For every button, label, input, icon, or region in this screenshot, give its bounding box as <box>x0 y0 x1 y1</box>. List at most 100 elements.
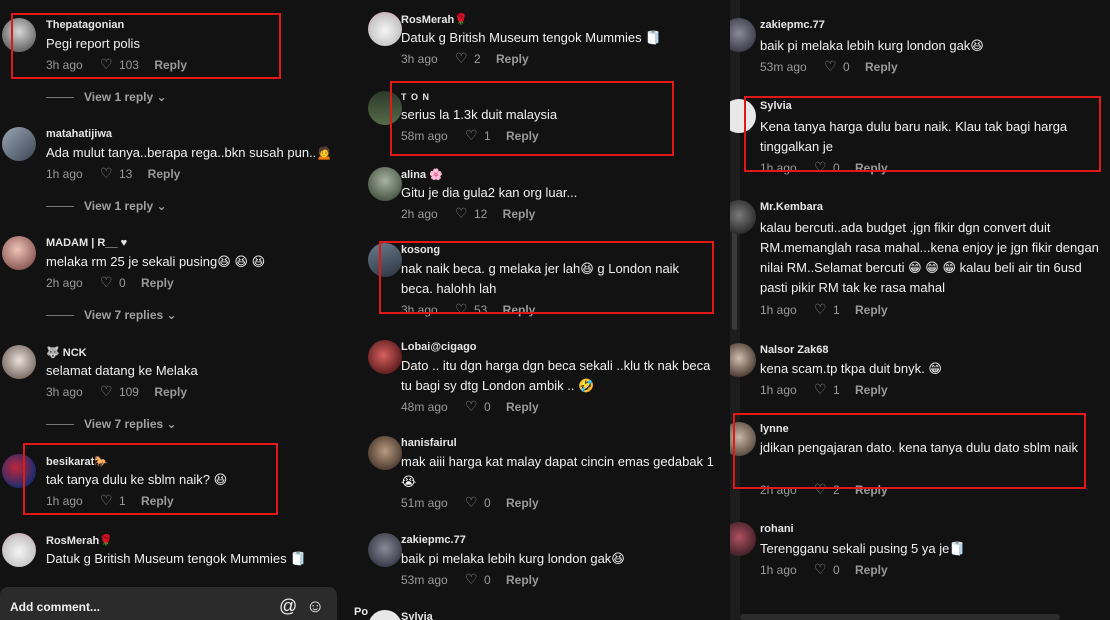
like-count: 12 <box>473 206 488 221</box>
comment-meta: 3h ago ♡ 109 Reply <box>46 383 187 400</box>
emoji-icon[interactable]: ☺ <box>306 596 324 617</box>
add-comment-bar[interactable]: Add comment... @ ☺ <box>0 587 337 620</box>
like-heart-icon[interactable]: ♡ <box>814 301 827 318</box>
reply-button[interactable]: Reply <box>855 383 888 397</box>
avatar[interactable] <box>368 533 402 567</box>
comment-username[interactable]: Sylvia <box>401 611 433 620</box>
comment-time: 1h ago <box>760 302 797 317</box>
like-count: 2 <box>473 51 481 66</box>
comment-username[interactable]: 🐺 NCK <box>46 346 87 359</box>
like-heart-icon[interactable]: ♡ <box>465 494 478 511</box>
like-heart-icon[interactable]: ♡ <box>100 165 113 182</box>
avatar[interactable] <box>730 18 756 52</box>
reply-button[interactable]: Reply <box>503 207 536 221</box>
comment-username[interactable]: alina 🌸 <box>401 168 443 181</box>
like-heart-icon[interactable]: ♡ <box>465 571 478 588</box>
like-count: 13 <box>118 166 133 181</box>
view-replies-button[interactable]: View 1 reply ⌄ <box>46 199 167 213</box>
reply-button[interactable]: Reply <box>865 60 898 74</box>
avatar[interactable] <box>2 533 36 567</box>
comment-item: rohani Terengganu sekali pusing 5 ya je🧻… <box>730 518 1110 578</box>
view-replies-button[interactable]: View 1 reply ⌄ <box>46 90 167 104</box>
comment-username[interactable]: RosMerah🌹 <box>46 534 113 547</box>
reply-button[interactable]: Reply <box>148 167 181 181</box>
comment-item: RosMerah🌹 Datuk g British Museum tengok … <box>0 529 340 589</box>
comment-username[interactable]: Lobai@cigago <box>401 341 477 353</box>
like-heart-icon[interactable]: ♡ <box>455 205 468 222</box>
comment-username[interactable]: Nalsor Zak68 <box>760 344 828 356</box>
like-heart-icon[interactable]: ♡ <box>465 398 478 415</box>
comment-username[interactable]: rohani <box>760 523 794 535</box>
reply-button[interactable]: Reply <box>141 276 174 290</box>
truncated-label: Po <box>354 606 369 618</box>
comment-item: alina 🌸 Gitu je dia gula2 kan org luar..… <box>350 163 730 223</box>
reply-button[interactable]: Reply <box>855 563 888 577</box>
comment-item: zakiepmc.77 baik pi melaka lebih kurg lo… <box>350 529 730 589</box>
reply-button[interactable]: Reply <box>855 303 888 317</box>
avatar[interactable] <box>2 345 36 379</box>
avatar[interactable] <box>368 610 402 620</box>
highlight-box <box>11 13 281 79</box>
like-heart-icon[interactable]: ♡ <box>455 50 468 67</box>
comment-time: 2h ago <box>46 275 83 290</box>
comment-time: 53m ago <box>401 572 448 587</box>
comment-item: zakiepmc.77 baik pi melaka lebih kurg lo… <box>730 14 1110 74</box>
avatar[interactable] <box>368 12 402 46</box>
like-heart-icon[interactable]: ♡ <box>100 383 113 400</box>
comment-username[interactable]: matahatijiwa <box>46 128 112 140</box>
reply-button[interactable]: Reply <box>496 52 529 66</box>
avatar[interactable] <box>368 436 402 470</box>
like-count: 1 <box>832 382 840 397</box>
comment-username[interactable]: hanisfairul <box>401 437 457 449</box>
like-heart-icon[interactable]: ♡ <box>824 58 837 75</box>
highlight-box <box>733 413 1086 489</box>
avatar[interactable] <box>2 236 36 270</box>
reply-button[interactable]: Reply <box>506 496 539 510</box>
comment-text: kena scam.tp tkpa duit bnyk. 😁 <box>760 361 942 376</box>
mention-icon[interactable]: @ <box>279 596 297 617</box>
avatar[interactable] <box>368 340 402 374</box>
reply-button[interactable]: Reply <box>506 573 539 587</box>
reply-button[interactable]: Reply <box>506 400 539 414</box>
like-heart-icon[interactable]: ♡ <box>814 381 827 398</box>
divider-line <box>46 315 74 317</box>
comment-username[interactable]: MADAM | R__ ♥ <box>46 237 127 249</box>
view-replies-button[interactable]: View 7 replies ⌄ <box>46 417 177 431</box>
view-replies-label: View 7 replies ⌄ <box>84 308 177 322</box>
reply-button[interactable]: Reply <box>154 385 187 399</box>
avatar[interactable] <box>730 200 756 234</box>
horizontal-scrollbar[interactable] <box>740 614 1060 620</box>
avatar[interactable] <box>730 343 756 377</box>
comment-meta: 2h ago ♡ 12 Reply <box>401 205 535 222</box>
avatar[interactable] <box>368 167 402 201</box>
comment-meta: 1h ago ♡ 1 Reply <box>760 381 888 398</box>
avatar[interactable] <box>730 522 756 556</box>
like-count: 0 <box>483 399 491 414</box>
comment-meta: 53m ago ♡ 0 Reply <box>401 571 539 588</box>
comment-meta: 3h ago ♡ 2 Reply <box>401 50 529 67</box>
add-comment-input[interactable]: Add comment... <box>10 600 100 614</box>
highlight-box <box>390 81 674 156</box>
like-heart-icon[interactable]: ♡ <box>100 274 113 291</box>
divider-line <box>46 424 74 426</box>
view-replies-button[interactable]: View 7 replies ⌄ <box>46 308 177 322</box>
comment-text: melaka rm 25 je sekali pusing😆 😆 😆 <box>46 254 266 269</box>
comment-username[interactable]: zakiepmc.77 <box>401 534 466 546</box>
comment-time: 3h ago <box>401 51 438 66</box>
like-heart-icon[interactable]: ♡ <box>814 561 827 578</box>
highlight-box <box>379 241 714 314</box>
comment-time: 48m ago <box>401 399 448 414</box>
avatar[interactable] <box>2 127 36 161</box>
highlight-box <box>23 443 278 515</box>
comment-username[interactable]: Mr.Kembara <box>760 201 823 213</box>
comment-username[interactable]: zakiepmc.77 <box>760 19 825 31</box>
comment-username[interactable]: RosMerah🌹 <box>401 13 468 26</box>
comment-text: Gitu je dia gula2 kan org luar... <box>401 185 578 200</box>
comment-text: kalau bercuti..ada budget .jgn fikir dgn… <box>760 220 1099 295</box>
comment-time: 2h ago <box>401 206 438 221</box>
comment-item: Nalsor Zak68 kena scam.tp tkpa duit bnyk… <box>730 339 1110 399</box>
comment-meta: 48m ago ♡ 0 Reply <box>401 398 539 415</box>
comment-item: Sylvia <box>350 606 730 620</box>
comment-item: 🐺 NCK selamat datang ke Melaka 3h ago ♡ … <box>0 341 340 401</box>
comment-text: baik pi melaka lebih kurg london gak😆 <box>760 38 984 53</box>
